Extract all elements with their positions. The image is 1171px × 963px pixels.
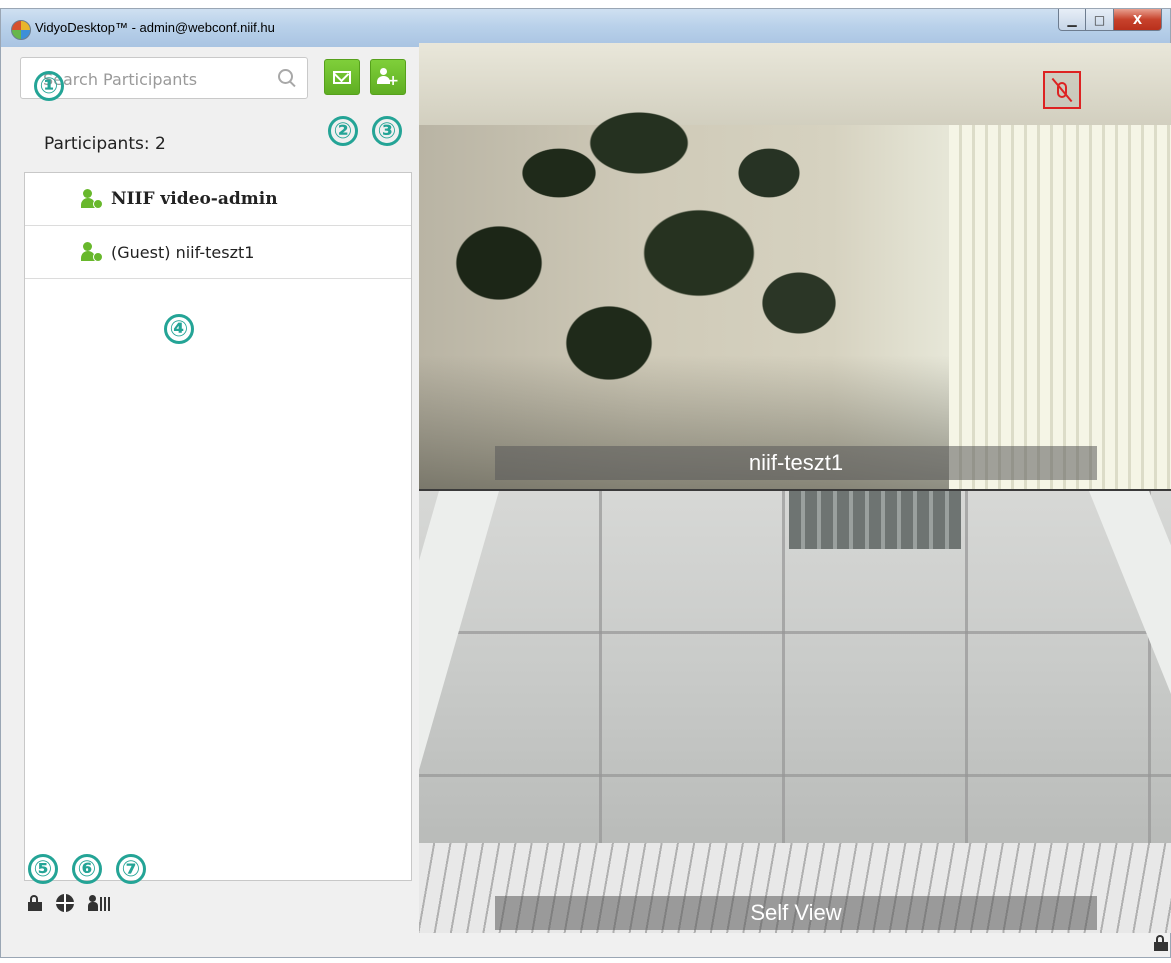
add-person-icon: + [377,67,399,88]
invite-mail-button[interactable] [324,59,360,95]
status-lock-icon [1154,935,1168,951]
participant-name: (Guest) niif-teszt1 [111,242,255,262]
participants-count: Participants: 2 [44,134,166,154]
callout-2: ② [328,116,358,146]
callout-6: ⑥ [72,854,102,884]
remote-participant-caption: niif-teszt1 [495,446,1097,480]
callout-1: ① [34,71,64,101]
globe-icon[interactable] [56,894,74,912]
remote-video-plant [439,83,879,463]
close-button[interactable]: X [1114,9,1162,31]
callout-3: ③ [372,116,402,146]
mail-send-icon [333,70,351,84]
callout-5: ⑤ [28,854,58,884]
lock-open-icon[interactable] [28,895,42,911]
window-controls: ▁ □ X [1058,9,1162,33]
video-area: niif-teszt1 Self View [419,43,1171,933]
minimize-button[interactable]: ▁ [1058,9,1086,31]
callout-7: ⑦ [116,854,146,884]
bottom-toolbar [28,894,110,912]
participant-row[interactable]: NIIF video-admin [25,173,411,226]
participant-row[interactable]: (Guest) niif-teszt1 [25,226,411,279]
search-input[interactable] [41,68,275,90]
search-box[interactable] [20,57,308,99]
remote-video-blinds [949,125,1171,489]
muted-microphone-icon [1043,71,1081,109]
participants-panel: + Participants: 2 NIIF video-admin (Gues… [10,40,420,940]
person-check-icon [81,189,103,209]
presenter-icon[interactable] [88,895,110,911]
person-check-icon [81,242,103,262]
participant-name: NIIF video-admin [111,189,278,209]
vidyo-logo-icon [11,20,31,40]
callout-4: ④ [164,314,194,344]
window-title: VidyoDesktop™ - admin@webconf.niif.hu [35,20,275,35]
self-view-vent [789,491,961,549]
add-participant-button[interactable]: + [370,59,406,95]
self-view-tile[interactable]: Self View [419,491,1171,933]
participant-list: NIIF video-admin (Guest) niif-teszt1 [24,172,412,881]
remote-video-tile[interactable]: niif-teszt1 [419,43,1171,489]
maximize-button[interactable]: □ [1086,9,1114,31]
self-view-caption: Self View [495,896,1097,930]
search-icon[interactable] [278,69,293,84]
